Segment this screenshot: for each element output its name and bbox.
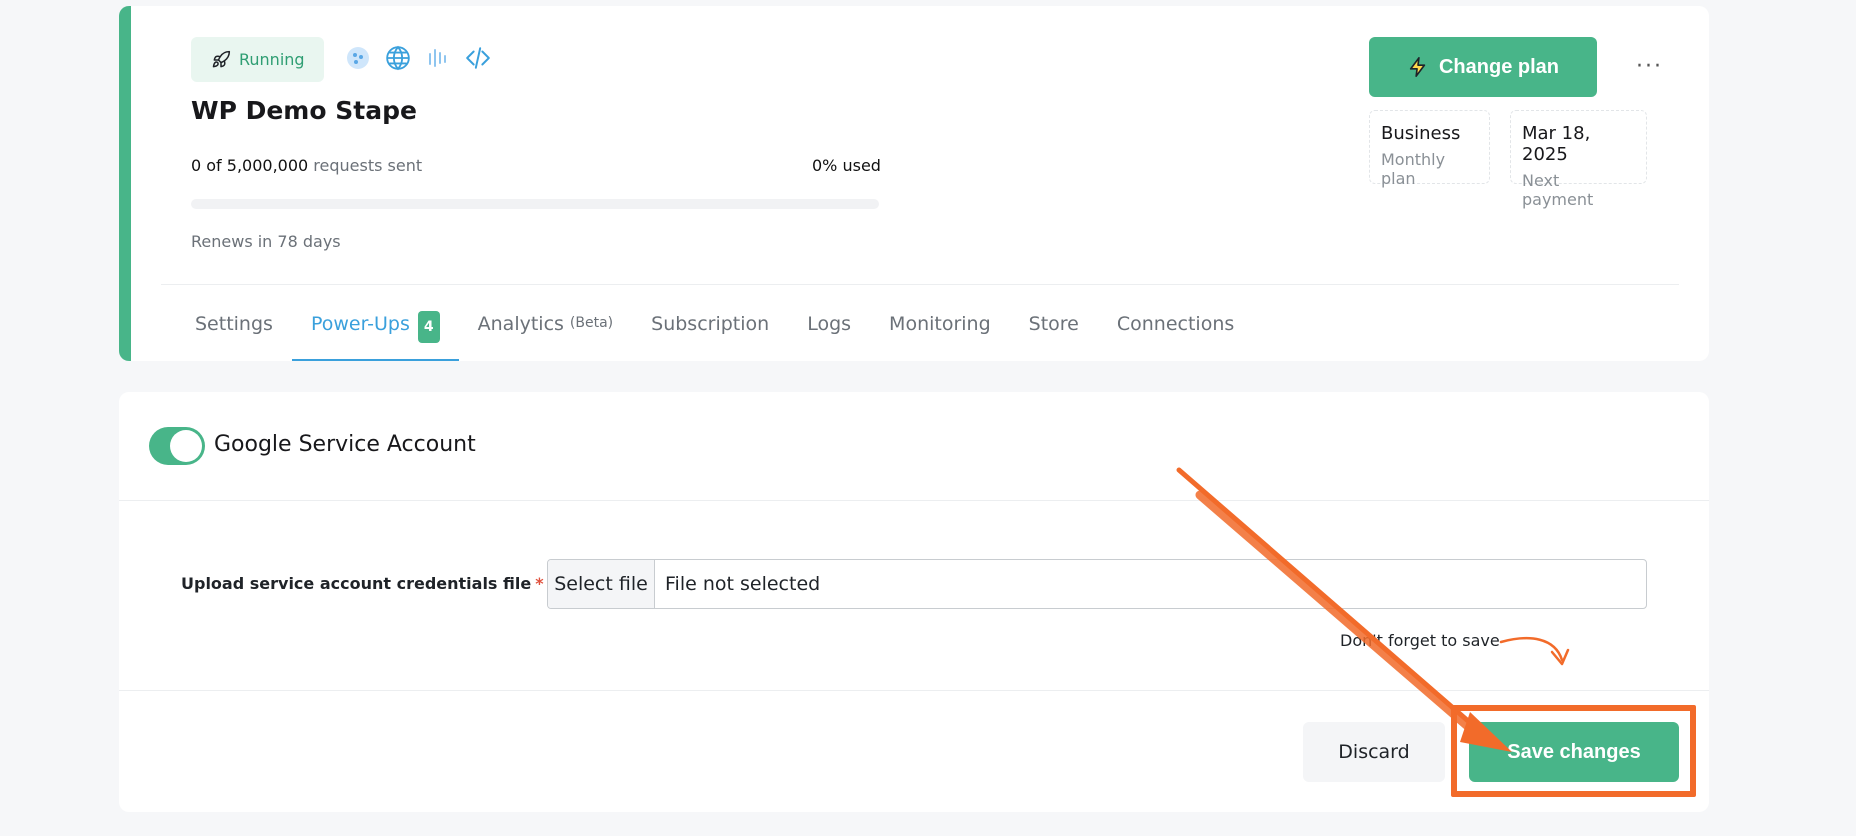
tab-subscription[interactable]: Subscription <box>632 305 788 361</box>
project-title: WP Demo Stape <box>191 96 417 125</box>
usage-percent: 0% used <box>812 156 881 175</box>
tab-label: Analytics <box>477 313 564 335</box>
power-up-title: Google Service Account <box>214 432 476 457</box>
tab-label: Subscription <box>651 313 770 335</box>
status-accent-bar <box>119 6 131 361</box>
audio-bars-icon[interactable] <box>425 45 451 71</box>
upload-label-text: Upload service account credentials file <box>181 574 532 593</box>
save-changes-button[interactable]: Save changes <box>1469 722 1679 782</box>
divider <box>119 500 1709 501</box>
divider <box>161 284 1679 285</box>
more-options-icon[interactable]: ··· <box>1636 54 1663 79</box>
credentials-file-input[interactable]: Select file File not selected <box>547 559 1647 609</box>
renewal-info: Renews in 78 days <box>191 232 341 251</box>
file-name-display: File not selected <box>665 573 821 595</box>
tab-label: Connections <box>1116 313 1235 335</box>
status-badge: Running <box>191 37 324 82</box>
payment-date: Mar 18, 2025 <box>1522 123 1591 165</box>
tab-store[interactable]: Store <box>1010 305 1098 361</box>
tab-label: Logs <box>807 313 852 335</box>
discard-button[interactable]: Discard <box>1303 722 1445 782</box>
save-reminder: Don't forget to save <box>1340 631 1500 650</box>
change-plan-label: Change plan <box>1438 55 1559 78</box>
plan-info: Business Monthly plan <box>1369 110 1490 188</box>
next-payment-info: Mar 18, 2025 Next payment <box>1510 110 1647 209</box>
required-marker: * <box>535 574 544 593</box>
tab-settings[interactable]: Settings <box>176 305 292 361</box>
service-icons <box>345 45 491 71</box>
code-icon[interactable] <box>465 45 491 71</box>
usage-progress-bar <box>191 199 879 209</box>
power-ups-count-badge: 4 <box>417 311 440 343</box>
tab-connections[interactable]: Connections <box>1098 305 1253 361</box>
gtm-dots-icon[interactable] <box>345 45 371 71</box>
toggle-knob <box>170 430 202 462</box>
requests-suffix: requests sent <box>313 156 423 175</box>
tab-label: Store <box>1028 313 1079 335</box>
tab-monitoring[interactable]: Monitoring <box>870 305 1010 361</box>
power-up-toggle[interactable] <box>149 427 205 465</box>
tab-analytics[interactable]: Analytics (Beta) <box>459 305 633 361</box>
payment-label: Next payment <box>1522 171 1594 209</box>
beta-label: (Beta) <box>569 315 614 331</box>
status-label: Running <box>239 50 305 69</box>
globe-icon[interactable] <box>385 45 411 71</box>
tab-label: Settings <box>195 313 273 335</box>
requests-count: 0 of 5,000,000 <box>191 156 309 175</box>
divider <box>119 690 1709 691</box>
lightning-icon <box>1409 57 1426 77</box>
power-up-card: Google Service Account Upload service ac… <box>119 392 1709 812</box>
tab-logs[interactable]: Logs <box>788 305 870 361</box>
upload-label: Upload service account credentials file * <box>181 574 544 593</box>
tab-label: Power-Ups <box>310 313 410 335</box>
change-plan-button[interactable]: Change plan <box>1369 37 1597 97</box>
rocket-icon <box>212 50 231 67</box>
requests-counter: 0 of 5,000,000 requests sent <box>191 156 422 175</box>
select-file-button[interactable]: Select file <box>548 560 655 608</box>
tab-power-ups[interactable]: Power-Ups 4 <box>291 305 459 361</box>
tab-label: Monitoring <box>889 313 991 335</box>
plan-name: Business <box>1381 123 1461 144</box>
plan-type: Monthly plan <box>1381 150 1446 188</box>
project-tabs: Settings Power-Ups 4 Analytics (Beta) Su… <box>176 305 1253 361</box>
